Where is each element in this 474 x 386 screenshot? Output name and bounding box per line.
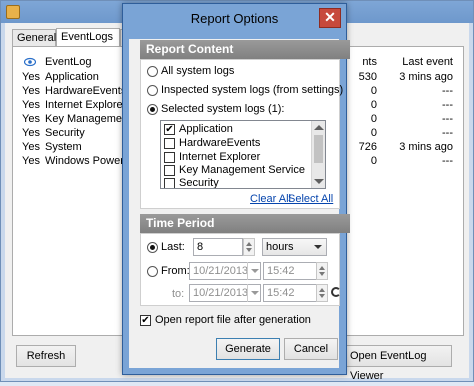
row-enabled: Yes	[22, 155, 40, 167]
tab-general[interactable]: General	[12, 29, 56, 46]
log-checkbox[interactable]: ✔	[164, 124, 175, 135]
clear-all-link[interactable]: Clear All	[250, 193, 291, 206]
row-last-event: ---	[442, 113, 453, 125]
close-icon[interactable]: ✕	[319, 8, 341, 28]
row-last-event: ---	[442, 99, 453, 111]
radio-all-logs-label[interactable]: All system logs	[161, 65, 234, 78]
generate-button[interactable]: Generate	[216, 338, 280, 360]
row-enabled: Yes	[22, 141, 40, 153]
row-last-event: ---	[442, 127, 453, 139]
log-checkbox[interactable]	[164, 138, 175, 149]
radio-last[interactable]	[147, 242, 158, 253]
list-item[interactable]: Internet Explorer	[161, 150, 311, 164]
row-last-event: 3 mins ago	[399, 141, 453, 153]
time-period-heading: Time Period	[140, 214, 350, 233]
dialog-title: Report Options	[190, 11, 279, 26]
report-content-heading: Report Content	[140, 40, 350, 59]
row-last-event: ---	[442, 155, 453, 167]
scroll-up-icon[interactable]	[314, 125, 324, 130]
log-name: Security	[179, 177, 219, 189]
from-date-dropdown-icon[interactable]	[247, 262, 261, 280]
radio-inspected-logs-label[interactable]: Inspected system logs (from settings)	[161, 84, 343, 97]
list-item[interactable]: Security	[161, 176, 311, 189]
row-enabled: Yes	[22, 99, 40, 111]
open-after-checkbox[interactable]: ✔	[140, 315, 151, 326]
refresh-button[interactable]: Refresh	[16, 345, 76, 367]
row-enabled: Yes	[22, 85, 40, 97]
to-label: to:	[172, 288, 185, 300]
radio-inspected-logs[interactable]	[147, 85, 158, 96]
log-name: Key Management Service	[179, 164, 305, 176]
eye-icon	[24, 57, 36, 67]
log-selection-list[interactable]: ✔ Application HardwareEvents Internet Ex…	[160, 120, 326, 189]
cancel-button[interactable]: Cancel	[284, 338, 338, 360]
unit-value: hours	[266, 241, 294, 253]
row-enabled: Yes	[22, 113, 40, 125]
log-name: HardwareEvents	[179, 137, 261, 149]
app-icon	[6, 5, 20, 19]
radio-last-label[interactable]: Last:	[161, 241, 185, 254]
last-value-stepper[interactable]	[243, 238, 255, 256]
from-time-value: 15:42	[267, 265, 295, 277]
row-last-event: 3 mins ago	[399, 71, 453, 83]
log-checkbox[interactable]	[164, 152, 175, 163]
row-last-event: ---	[442, 85, 453, 97]
column-header-last-event[interactable]: Last event	[377, 55, 453, 69]
last-value-input[interactable]: 8	[193, 238, 243, 256]
select-all-link[interactable]: Select All	[288, 193, 333, 206]
list-item[interactable]: Key Management Service	[161, 163, 311, 177]
unit-dropdown[interactable]: hours	[262, 238, 327, 256]
log-name: Application	[179, 123, 233, 135]
list-scrollbar[interactable]	[311, 121, 325, 188]
to-time-value: 15:42	[267, 287, 295, 299]
open-eventlog-viewer-button[interactable]: Open EventLog Viewer	[346, 345, 452, 382]
to-time-stepper[interactable]	[316, 284, 328, 302]
from-time-input[interactable]: 15:42	[263, 262, 317, 280]
radio-selected-logs[interactable]	[147, 104, 158, 115]
open-after-label[interactable]: Open report file after generation	[155, 314, 311, 327]
scroll-down-icon[interactable]	[314, 179, 324, 184]
radio-selected-logs-label[interactable]: Selected system logs (1):	[161, 103, 285, 116]
log-name: Internet Explorer	[179, 151, 261, 163]
refresh-icon[interactable]	[331, 287, 341, 297]
radio-all-logs[interactable]	[147, 66, 158, 77]
from-time-stepper[interactable]	[316, 262, 328, 280]
log-checkbox[interactable]	[164, 165, 175, 176]
from-date-value: 10/21/2013	[193, 265, 249, 277]
scroll-thumb[interactable]	[314, 135, 323, 163]
row-enabled: Yes	[22, 127, 40, 139]
radio-from[interactable]	[147, 266, 158, 277]
chevron-down-icon	[314, 245, 322, 249]
tab-eventlogs[interactable]: EventLogs	[56, 28, 120, 47]
list-item[interactable]: ✔ Application	[161, 122, 311, 136]
radio-from-label[interactable]: From:	[161, 265, 190, 278]
log-checkbox[interactable]	[164, 178, 175, 188]
to-date-dropdown-icon[interactable]	[247, 284, 261, 302]
list-item[interactable]: HardwareEvents	[161, 136, 311, 150]
to-time-input[interactable]: 15:42	[263, 284, 317, 302]
row-enabled: Yes	[22, 71, 40, 83]
to-date-value: 10/21/2013	[193, 287, 249, 299]
